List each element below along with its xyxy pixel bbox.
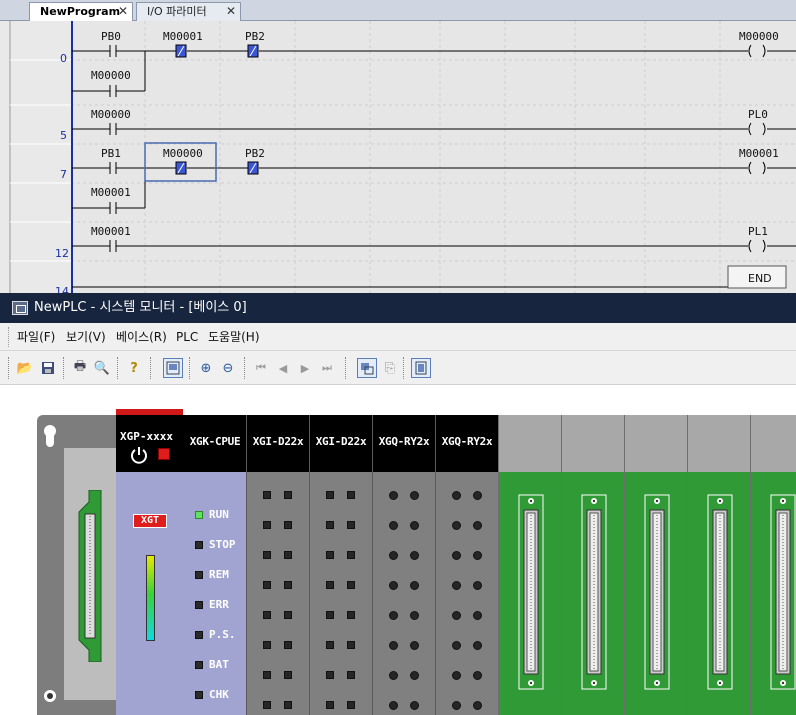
contact-label: M00000 [163,147,203,160]
slot-connector [518,494,544,690]
help-icon[interactable]: ? [124,358,144,378]
cpu-module-name: XGK-CPUE [189,435,241,448]
menu-bar: 파일(F) 보기(V) 베이스(R) PLC 도움말(H) [0,323,796,351]
coil-label: M00001 [739,147,779,160]
mount-hole-icon [44,690,56,702]
step-number: 0 [60,52,67,65]
power-led [158,448,170,460]
mount-hole-icon [43,425,57,447]
led-label: P.S. [209,628,236,641]
tab-label: I/O 파라미터 [147,5,207,18]
previous-icon[interactable]: ◀ [273,358,293,378]
base-connector [78,490,102,662]
save-icon[interactable] [38,358,58,378]
slot-connector [707,494,733,690]
print-preview-icon[interactable]: 🔍 [92,358,112,378]
led-label: BAT [209,658,229,671]
menu-help[interactable]: 도움말(H) [208,323,260,351]
contact-label: M00001 [91,225,131,238]
close-icon[interactable]: ✕ [118,3,128,20]
io-module-slot-1[interactable]: XGI-D22x [309,415,372,715]
menu-base[interactable]: 베이스(R) [116,323,167,351]
led-rem [195,571,203,579]
remote-view-icon[interactable]: ⎘ [380,358,400,378]
contact-label: M00001 [91,186,131,199]
empty-slot-6[interactable] [624,415,688,715]
contact-label: M00000 [91,108,131,121]
voltage-gauge [146,555,155,641]
menu-file[interactable]: 파일(F) [17,323,55,351]
last-icon[interactable]: ⏭ [317,358,337,378]
empty-slot-7[interactable] [687,415,751,715]
empty-slot-5[interactable] [561,415,625,715]
base-view-icon[interactable] [357,358,377,378]
tab-bar: NewProgram ✕ I/O 파라미터 ✕ [0,0,796,21]
step-number: 12 [55,247,69,260]
io-module-slot-0[interactable]: XGI-D22x [246,415,309,715]
base-rack-frame [37,415,117,715]
monitor-title: NewPLC - 시스템 모니터 - [베이스 0] [34,300,247,315]
step-number: 7 [60,168,67,181]
module-view-icon[interactable] [411,358,431,378]
led-bat [195,661,203,669]
step-number: 5 [60,129,67,142]
first-icon[interactable]: ⏮ [251,358,271,378]
led-label: STOP [209,538,236,551]
print-icon[interactable]: 🖶 [70,358,90,378]
app-icon [12,301,28,315]
contact-label: M00000 [91,69,131,82]
io-module-slot-2[interactable]: XGQ-RY2x [372,415,435,715]
coil-label: M00000 [739,30,779,43]
cpu-module[interactable]: XGK-CPUE RUN STOP REM ERR P.S. BAT CHK [184,415,246,715]
slot-connector [581,494,607,690]
led-ps [195,631,203,639]
end-label: END [748,272,772,285]
contact-label: M00001 [163,30,203,43]
module-name: XGQ-RY2x [378,435,430,448]
step-number: 14 [55,285,69,293]
tab-label: NewProgram [40,5,121,18]
zoom-out-icon[interactable]: ⊖ [218,358,238,378]
module-name: XGI-D22x [315,435,367,448]
led-stop [195,541,203,549]
power-module-name: XGP-xxxx [120,430,173,443]
contact-label: PB1 [101,147,121,160]
menu-view[interactable]: 보기(V) [66,323,106,351]
led-err [195,601,203,609]
module-name: XGI-D22x [252,435,304,448]
led-label: CHK [209,688,229,701]
ladder-diagram[interactable]: 0 5 7 12 14 PB0 M00001 PB2 M00000 M00000… [0,21,796,293]
monitor-icon[interactable] [163,358,183,378]
open-folder-icon[interactable]: 📂 [15,358,35,378]
next-icon[interactable]: ▶ [295,358,315,378]
menu-grip [8,327,10,347]
led-chk [195,691,203,699]
slot-connector [770,494,796,690]
zoom-in-icon[interactable]: ⊕ [196,358,216,378]
tab-new-program[interactable]: NewProgram ✕ [29,2,133,21]
empty-slot-8[interactable] [750,415,796,715]
coil-label: PL1 [748,225,768,238]
coil-label: PL0 [748,108,768,121]
menu-plc[interactable]: PLC [176,323,198,351]
ladder-editor[interactable]: 0 5 7 12 14 PB0 M00001 PB2 M00000 M00000… [0,21,796,293]
module-name: XGQ-RY2x [441,435,493,448]
slot-connector [644,494,670,690]
toolbar: 📂 🖶 🔍 ? ⊕ ⊖ ⏮ ◀ ▶ ⏭ ⎘ [0,351,796,385]
power-icon [131,447,147,464]
io-module-slot-3[interactable]: XGQ-RY2x [435,415,498,715]
contact-label: PB2 [245,147,265,160]
close-icon[interactable]: ✕ [226,3,236,20]
contact-label: PB2 [245,30,265,43]
contact-label: PB0 [101,30,121,43]
led-label: REM [209,568,229,581]
led-label: RUN [209,508,229,521]
power-module[interactable]: XGP-xxxx XGT [116,409,184,715]
monitor-title-bar: NewPLC - 시스템 모니터 - [베이스 0] [0,293,796,323]
brand-logo: XGT [133,514,167,528]
empty-slot-4[interactable] [498,415,562,715]
tab-io-parameter[interactable]: I/O 파라미터 ✕ [136,2,241,21]
led-label: ERR [209,598,229,611]
led-run [195,511,203,519]
